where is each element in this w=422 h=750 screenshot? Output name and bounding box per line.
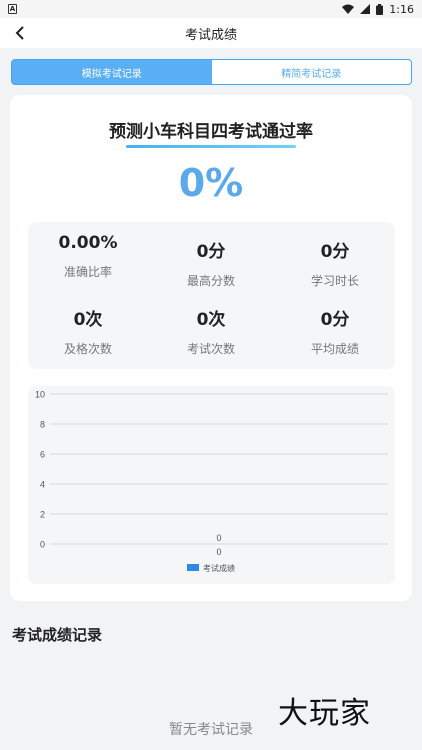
page-title: 考试成绩 [184,27,237,43]
summary-card: 预测小车科目四考试通过率 0% 0.00% 准确比率 0分 最高分数 0分 学习… [10,95,412,601]
bar-data-label: 0 [216,533,221,543]
y-tick-label: 4 [40,480,45,490]
y-tick-label: 8 [40,420,45,430]
stat-label: 学习时长 [310,274,359,288]
stat-accuracy: 0.00% 准确比率 [28,233,148,280]
stat-value: 0.00% [58,233,118,253]
back-button[interactable] [10,23,30,43]
legend-swatch [187,564,199,571]
stat-label: 平均成绩 [310,342,359,356]
stat-highest-score: 0分 最高分数 [151,237,271,289]
stat-label: 考试次数 [186,342,235,356]
stat-value: 0次 [73,310,103,330]
stats-panel: 0.00% 准确比率 0分 最高分数 0分 学习时长 0次 及格次数 0次 考试… [28,222,395,369]
watermark-logo: 大玩家 [278,696,371,731]
stat-average-score: 0分 平均成绩 [275,305,395,357]
stat-value: 0次 [196,310,226,330]
chevron-left-icon [15,26,24,40]
records-section-title: 考试成绩记录 [12,626,103,644]
y-tick-label: 6 [40,450,45,460]
signal-icon [360,4,371,14]
tab-mock-exam-records[interactable]: 模拟考试记录 [12,60,212,84]
nav-bar: 考试成绩 [0,18,422,48]
pass-rate-value: 0% [178,161,244,205]
stat-pass-count: 0次 及格次数 [28,305,148,357]
clock: 1:16 [389,2,414,16]
y-tick-label: 10 [35,390,45,400]
x-tick-label: 0 [216,547,221,557]
legend-label: 考试成绩 [203,563,235,573]
stat-value: 0分 [320,310,350,330]
wifi-icon [342,4,355,14]
y-tick-label: 0 [40,540,45,550]
stat-exam-count: 0次 考试次数 [151,305,271,357]
y-tick-label: 2 [40,510,45,520]
tab-concise-exam-records[interactable]: 精简考试记录 [212,60,412,84]
battery-icon [376,3,384,15]
headline-underline [126,145,296,148]
score-chart: 0 2 4 6 8 10 0 0 考试成绩 [28,386,395,584]
stat-study-time: 0分 学习时长 [275,237,395,289]
score-chart-svg: 0 2 4 6 8 10 0 0 考试成绩 [35,390,388,573]
pass-rate-headline: 预测小车科目四考试通过率 [109,122,313,142]
stat-label: 准确比率 [63,265,112,279]
stat-label: 最高分数 [186,274,235,288]
stat-label: 及格次数 [63,342,112,356]
record-tabs: 模拟考试记录 精简考试记录 [11,59,412,85]
status-bar: A 1:16 [0,0,422,18]
stat-value: 0分 [196,242,226,262]
app-notification-icon: A [8,4,17,14]
stat-value: 0分 [320,242,350,262]
